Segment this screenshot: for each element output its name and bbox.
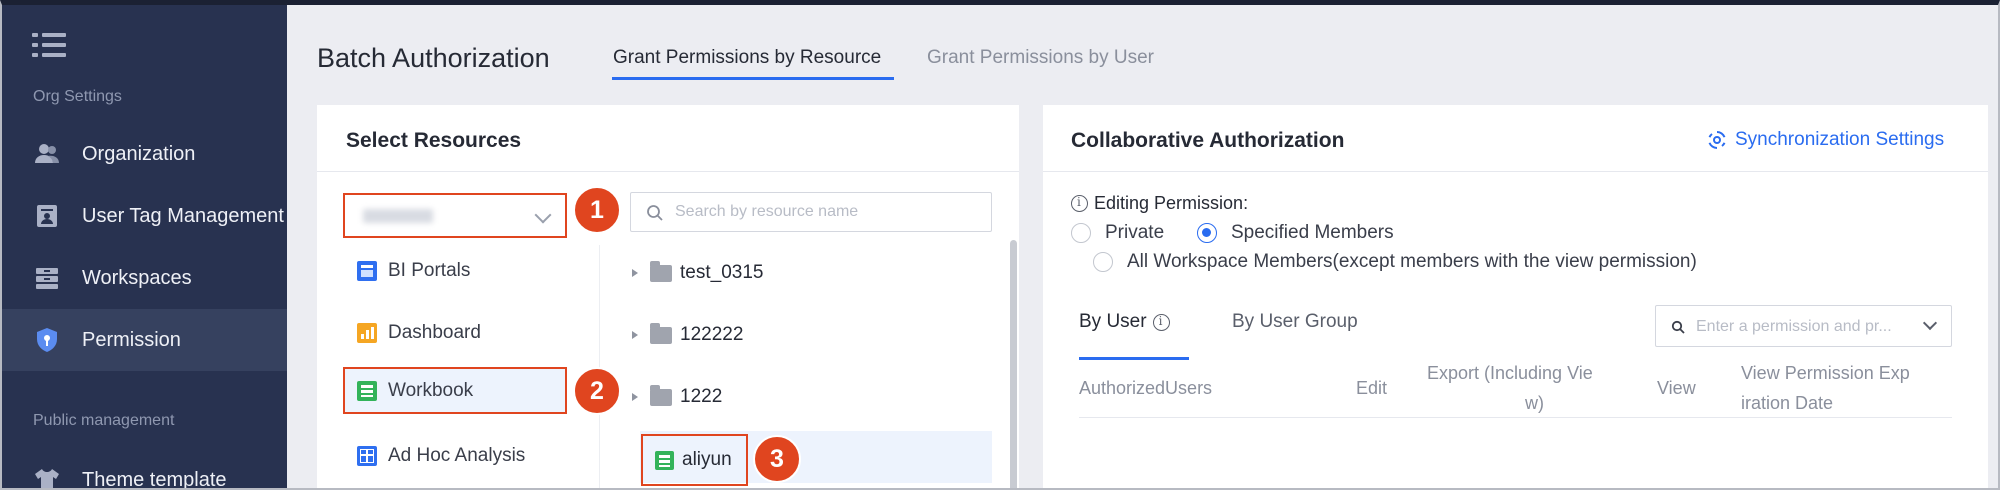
info-icon[interactable] — [1071, 195, 1088, 212]
dashboard-icon — [357, 323, 377, 343]
tree-item-label: 1222 — [680, 386, 723, 407]
user-tag-icon — [37, 205, 57, 227]
search-icon — [1671, 320, 1685, 334]
sidebar-item-label: Organization — [82, 142, 196, 165]
radio-button[interactable] — [1071, 223, 1091, 243]
scrollbar[interactable] — [1010, 240, 1017, 488]
blurred-workspace-name — [363, 209, 433, 223]
tree-item-folder[interactable]: test_0315 — [632, 258, 763, 288]
category-label: BI Portals — [388, 260, 471, 281]
menu-icon[interactable] — [32, 33, 66, 59]
radio-button[interactable] — [1093, 252, 1113, 272]
category-ad-hoc-analysis[interactable]: Ad Hoc Analysis — [357, 441, 525, 471]
editing-permission-text: Editing Permission: — [1094, 193, 1249, 213]
caret-right-icon[interactable] — [632, 331, 638, 339]
step-badge-3: 3 — [753, 435, 801, 483]
column-header-view: View — [1657, 378, 1696, 398]
bi-portal-icon — [357, 261, 377, 281]
tree-item-folder[interactable]: 1222 — [632, 382, 722, 412]
folder-icon — [650, 260, 672, 282]
sidebar-item-user-tag[interactable]: User Tag Management — [2, 185, 287, 247]
radio-label: Private — [1105, 222, 1165, 243]
synchronization-settings-link[interactable]: Synchronization Settings — [1706, 129, 1944, 151]
tree-item-workbook[interactable]: aliyun — [641, 434, 748, 486]
editing-permission-label: Editing Permission: — [1071, 193, 1248, 214]
column-header-expiry-line1: View Permission Exp — [1741, 363, 1910, 383]
tab-by-user-group[interactable]: By User Group — [1232, 311, 1358, 333]
info-icon[interactable] — [1152, 313, 1170, 331]
app-window: Org Settings Organization User Tag Manag… — [0, 0, 2000, 490]
sidebar-item-label: Permission — [82, 328, 181, 351]
sidebar-item-label: Theme template — [82, 468, 227, 490]
collaborative-authorization-panel: Collaborative Authorization Synchronizat… — [1043, 105, 1988, 488]
tab-grant-by-resource[interactable]: Grant Permissions by Resource — [613, 47, 881, 69]
tree-item-folder[interactable]: 122222 — [632, 320, 743, 350]
step-badge-1: 1 — [573, 186, 621, 234]
sync-settings-icon — [1708, 130, 1726, 150]
shield-icon — [37, 328, 57, 352]
search-placeholder: Search by resource name — [675, 203, 859, 220]
sidebar-item-permission[interactable]: Permission — [2, 309, 287, 371]
search-icon — [647, 205, 663, 221]
category-label: Workbook — [388, 379, 474, 401]
permission-search-placeholder: Enter a permission and pr... — [1696, 318, 1892, 335]
sync-settings-label: Synchronization Settings — [1735, 129, 1945, 150]
folder-icon — [650, 384, 672, 406]
tab-grant-by-user[interactable]: Grant Permissions by User — [927, 47, 1154, 69]
page-title: Batch Authorization — [317, 43, 550, 73]
organization-icon — [35, 144, 59, 163]
panel-title: Select Resources — [346, 129, 522, 152]
column-header-authorized-users: AuthorizedUsers — [1079, 378, 1213, 398]
select-resources-panel: Select Resources 1 Search by resource na… — [317, 105, 1019, 488]
ad-hoc-analysis-icon — [357, 446, 377, 466]
tab-by-user[interactable]: By User — [1079, 311, 1170, 333]
radio-specified-members[interactable]: Specified Members — [1197, 222, 1394, 244]
radio-private[interactable]: Private — [1071, 222, 1164, 244]
column-header-export-line2: w) — [1525, 393, 1544, 413]
category-workbook[interactable]: Workbook — [343, 367, 567, 414]
sidebar-item-organization[interactable]: Organization — [2, 123, 287, 185]
active-tab-indicator — [612, 77, 894, 80]
radio-label: Specified Members — [1231, 222, 1394, 243]
sidebar-item-workspaces[interactable]: Workspaces — [2, 247, 287, 309]
workbook-icon — [357, 380, 377, 401]
shirt-icon — [35, 469, 59, 488]
section-label-public: Public management — [33, 412, 175, 429]
divider — [1043, 171, 1988, 172]
radio-all-workspace-members[interactable]: All Workspace Members(except members wit… — [1093, 251, 1697, 273]
permission-search-select[interactable]: Enter a permission and pr... — [1655, 305, 1952, 347]
tree-item-label: 122222 — [680, 324, 744, 345]
tab-label: By User — [1079, 311, 1147, 332]
column-header-edit: Edit — [1356, 378, 1388, 398]
radio-label: All Workspace Members(except members wit… — [1127, 251, 1697, 272]
radio-button-selected[interactable] — [1197, 223, 1217, 243]
column-header-export-line1: Export (Including Vie — [1427, 363, 1593, 383]
workbook-icon — [655, 450, 674, 470]
divider — [317, 171, 1019, 172]
caret-right-icon[interactable] — [632, 269, 638, 277]
category-dashboard[interactable]: Dashboard — [357, 318, 481, 348]
workspace-selector[interactable] — [343, 193, 567, 238]
sidebar-item-theme-template[interactable]: Theme template — [2, 449, 287, 490]
sidebar-item-label: User Tag Management — [82, 204, 284, 227]
chevron-down-icon — [1922, 315, 1938, 331]
tree-item-label: aliyun — [682, 449, 732, 470]
table-header-divider — [1079, 417, 1952, 418]
tree-item-label: test_0315 — [680, 262, 764, 283]
category-label: Ad Hoc Analysis — [388, 445, 526, 466]
workspaces-icon — [36, 268, 58, 289]
category-bi-portals[interactable]: BI Portals — [357, 256, 470, 286]
caret-right-icon[interactable] — [632, 393, 638, 401]
sidebar: Org Settings Organization User Tag Manag… — [2, 5, 287, 488]
panel-title: Collaborative Authorization — [1071, 129, 1345, 152]
resource-search-input[interactable]: Search by resource name — [630, 192, 992, 232]
folder-icon — [650, 322, 672, 344]
section-label-org: Org Settings — [33, 88, 122, 105]
column-header-expiry-line2: iration Date — [1741, 393, 1834, 413]
chevron-down-icon — [534, 206, 552, 224]
step-badge-2: 2 — [573, 367, 621, 415]
active-subtab-indicator — [1079, 357, 1189, 360]
sidebar-item-label: Workspaces — [82, 266, 192, 289]
category-label: Dashboard — [388, 322, 481, 343]
